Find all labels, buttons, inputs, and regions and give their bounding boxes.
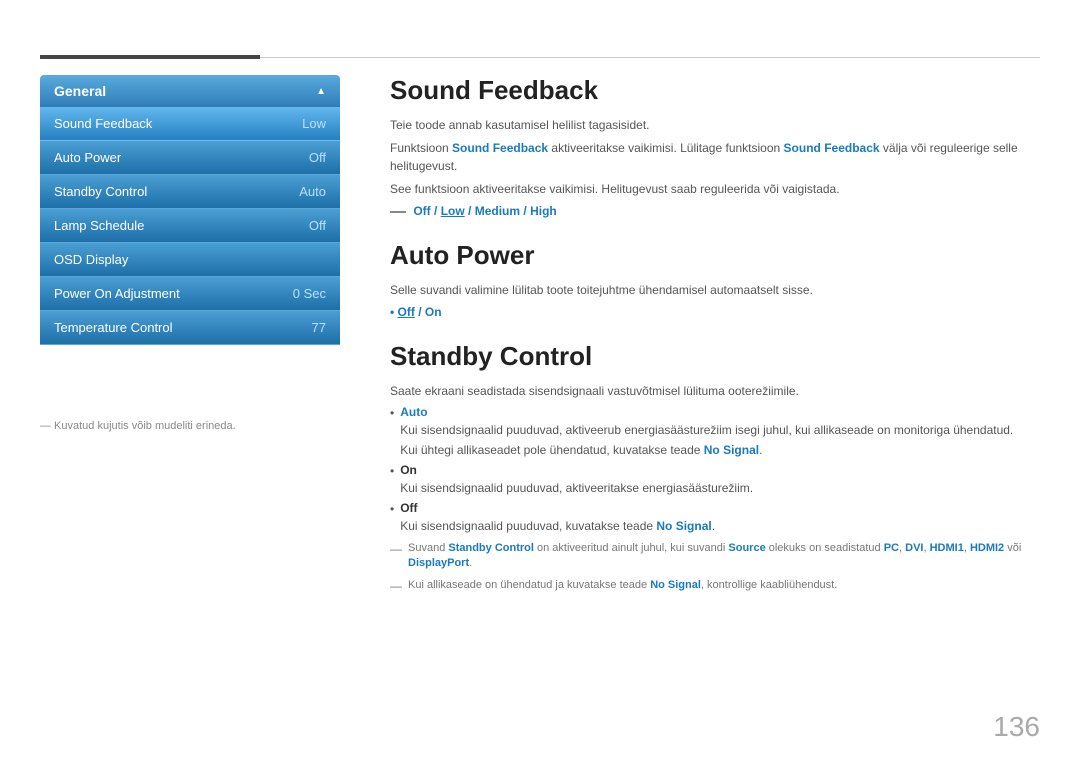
sidebar-arrow-up: ▲ [316,86,326,97]
bullet-content-auto: Auto Kui sisendsignaalid puuduvad, aktiv… [400,405,1040,459]
bullet-auto-sub2: Kui ühtegi allikaseadet pole ühendatud, … [400,441,1040,459]
page-number: 136 [993,711,1040,743]
sidebar-title-label: General [54,83,106,99]
standby-control-title: Standby Control [390,341,1040,372]
sidebar-item-standby-control[interactable]: Standby Control Auto [40,175,340,209]
sidebar: General ▲ Sound Feedback Low Auto Power … [40,75,340,345]
top-lines [0,55,1080,59]
sidebar-item-temperature-control[interactable]: Temperature Control 77 [40,311,340,345]
standby-note1: — Suvand Standby Control on aktiveeritud… [390,541,1040,572]
sidebar-item-value: Low [302,116,326,131]
standby-control-bullets: • Auto Kui sisendsignaalid puuduvad, akt… [390,405,1040,535]
bullet-content-on: On Kui sisendsignaalid puuduvad, aktivee… [400,463,1040,497]
sidebar-item-label: Lamp Schedule [54,218,144,233]
sf-desc2-suffix: aktiveeritakse vaikimisi. Lülitage funkt… [548,141,783,155]
sidebar-item-label: Auto Power [54,150,121,165]
sidebar-item-value: Off [309,150,326,165]
sidebar-item-osd-display[interactable]: OSD Display [40,243,340,277]
auto-power-desc: Selle suvandi valimine lülitab toote toi… [390,281,1040,299]
sound-feedback-desc1: Teie toode annab kasutamisel helilist ta… [390,116,1040,134]
sidebar-item-label: Sound Feedback [54,116,152,131]
sidebar-item-label: OSD Display [54,252,128,267]
main-content: Sound Feedback Teie toode annab kasutami… [390,75,1040,723]
standby-control-desc: Saate ekraani seadistada sisendsignaali … [390,382,1040,400]
top-line-light [260,57,1040,58]
bullet-on-sub1: Kui sisendsignaalid puuduvad, aktiveerit… [400,479,1040,497]
note-dash1: — [390,541,402,558]
auto-power-options: • Off / On [390,305,1040,319]
standby-note2: — Kui allikaseade on ühendatud ja kuvata… [390,578,1040,595]
bullet-on-label: On [400,463,417,477]
bullet-dot-auto: • [390,406,394,420]
sf-desc2-bold2: Sound Feedback [784,141,880,155]
top-line-dark [40,55,260,59]
sidebar-bottom-note: — Kuvatud kujutis võib mudeliti erineda. [40,420,236,432]
sidebar-title: General ▲ [40,75,340,107]
bullet-dot-off: • [390,502,394,516]
sound-feedback-title: Sound Feedback [390,75,1040,106]
sf-option-high: High [530,204,557,218]
sound-feedback-desc2: Funktsioon Sound Feedback aktiveeritakse… [390,139,1040,175]
sidebar-item-sound-feedback[interactable]: Sound Feedback Low [40,107,340,141]
sidebar-item-value: Auto [299,184,326,199]
sf-desc2-bold: Sound Feedback [452,141,548,155]
sound-feedback-desc3: See funktsioon aktiveeritakse vaikimisi.… [390,180,1040,198]
bullet-on: • On Kui sisendsignaalid puuduvad, aktiv… [390,463,1040,497]
sidebar-item-value: 77 [312,320,326,335]
sf-option-off: Off [413,204,430,218]
bullet-dot-on: • [390,464,394,478]
sf-option-medium: Medium [475,204,520,218]
ap-option-on: On [425,305,442,319]
ap-option-off: Off [398,305,415,319]
sidebar-item-auto-power[interactable]: Auto Power Off [40,141,340,175]
auto-power-title: Auto Power [390,240,1040,271]
bullet-off: • Off Kui sisendsignaalid puuduvad, kuva… [390,501,1040,535]
bullet-auto: • Auto Kui sisendsignaalid puuduvad, akt… [390,405,1040,459]
bullet-auto-sub1: Kui sisendsignaalid puuduvad, aktiveerub… [400,421,1040,439]
bullet-off-sub1: Kui sisendsignaalid puuduvad, kuvatakse … [400,517,1040,535]
bullet-auto-label: Auto [400,405,427,419]
sound-feedback-options: Off / Low / Medium / High [390,204,1040,218]
sidebar-item-value: Off [309,218,326,233]
sf-desc2-prefix: Funktsioon [390,141,452,155]
sidebar-item-label: Temperature Control [54,320,173,335]
sidebar-item-label: Standby Control [54,184,147,199]
bullet-off-label: Off [400,501,417,515]
sf-option-low: Low [441,204,465,218]
note-dash2: — [390,578,402,595]
bullet-content-off: Off Kui sisendsignaalid puuduvad, kuvata… [400,501,1040,535]
sidebar-item-value: 0 Sec [293,286,326,301]
sidebar-item-label: Power On Adjustment [54,286,180,301]
dash-icon [390,211,406,213]
sidebar-item-power-on-adjustment[interactable]: Power On Adjustment 0 Sec [40,277,340,311]
sidebar-item-lamp-schedule[interactable]: Lamp Schedule Off [40,209,340,243]
